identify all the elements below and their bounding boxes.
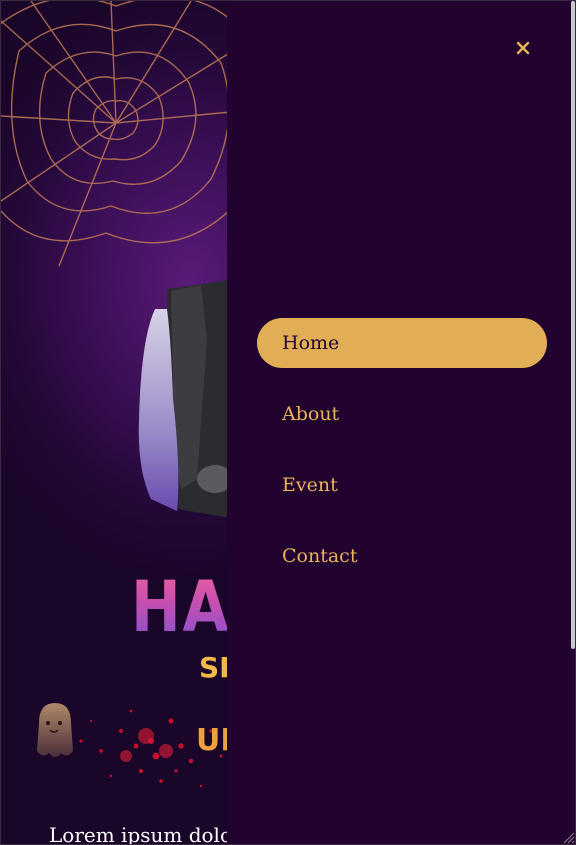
- scrollbar[interactable]: [571, 1, 575, 649]
- side-nav-drawer: Home About Event Contact: [227, 1, 575, 844]
- hero-body-text: Lorem ipsum dolor: [49, 823, 242, 845]
- costumed-figure-image: [138, 279, 237, 519]
- close-icon: [516, 41, 530, 55]
- nav-item-label: About: [282, 403, 340, 425]
- nav-item-event[interactable]: Event: [257, 460, 547, 510]
- nav-menu: Home About Event Contact: [257, 318, 547, 602]
- app-viewport: HAL SP UP Lorem ipsum dolor Home About E…: [0, 0, 576, 845]
- nav-item-label: Event: [282, 474, 338, 496]
- ghost-icon: [37, 703, 73, 757]
- nav-item-label: Home: [282, 332, 340, 354]
- spider-web-decoration: [1, 1, 241, 267]
- nav-item-about[interactable]: About: [257, 389, 547, 439]
- nav-item-label: Contact: [282, 545, 358, 567]
- nav-item-contact[interactable]: Contact: [257, 531, 547, 581]
- nav-item-home[interactable]: Home: [257, 318, 547, 368]
- close-button[interactable]: [512, 37, 534, 59]
- resize-grip-icon[interactable]: [561, 830, 575, 844]
